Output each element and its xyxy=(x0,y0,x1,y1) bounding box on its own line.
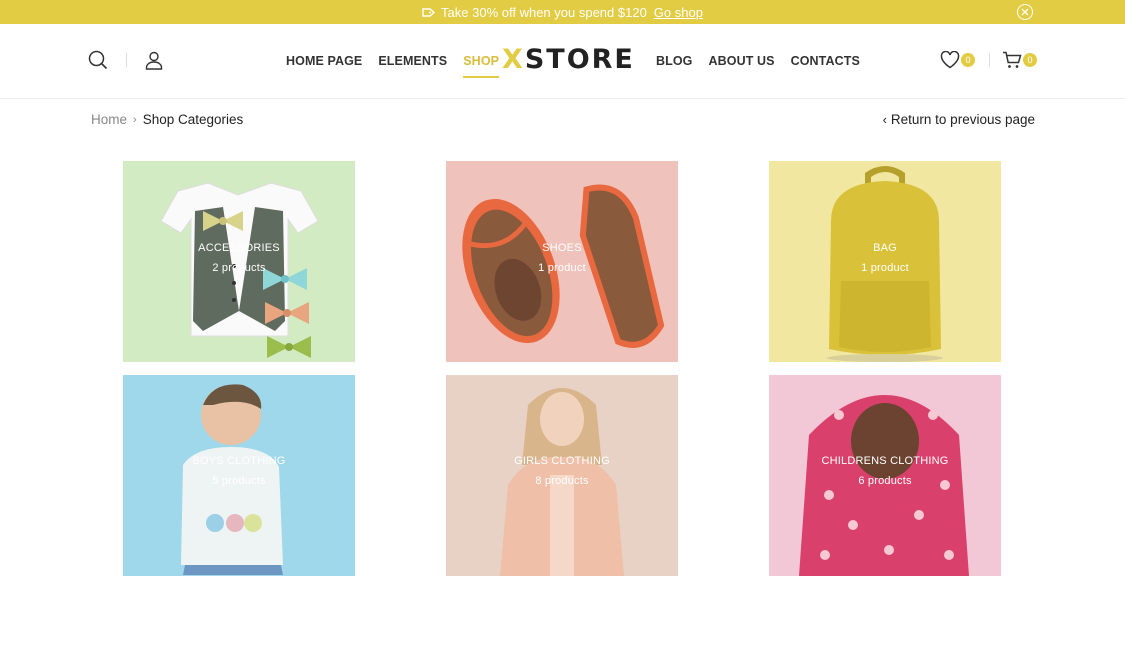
breadcrumb: Home › Shop Categories xyxy=(91,112,243,127)
go-shop-link[interactable]: Go shop xyxy=(654,5,703,20)
site-logo[interactable]: XSTORE xyxy=(502,44,635,75)
cart-button[interactable]: 0 xyxy=(1002,51,1037,69)
category-name: BOYS CLOTHING xyxy=(192,455,286,467)
category-card-boys-clothing[interactable]: BOYS CLOTHING 5 products xyxy=(123,375,355,576)
main-nav-left: HOME PAGE ELEMENTS SHOP xyxy=(286,54,499,78)
site-header: HOME PAGE ELEMENTS SHOP XSTORE BLOG ABOU… xyxy=(0,24,1125,99)
nav-blog[interactable]: BLOG xyxy=(656,54,693,68)
category-count: 1 product xyxy=(538,262,586,274)
breadcrumb-current: Shop Categories xyxy=(142,112,244,127)
account-icon[interactable] xyxy=(145,51,163,70)
cart-icon xyxy=(1003,51,1022,68)
cart-count-badge: 0 xyxy=(1023,53,1037,67)
category-count: 5 products xyxy=(212,475,266,487)
nav-about-us[interactable]: ABOUT US xyxy=(709,54,775,68)
wishlist-button[interactable]: 0 xyxy=(940,51,975,69)
promo-bar: Take 30% off when you spend $120 Go shop xyxy=(0,0,1125,24)
return-previous-link[interactable]: ‹ Return to previous page xyxy=(883,112,1035,127)
category-card-girls-clothing[interactable]: GIRLS CLOTHING 8 products xyxy=(446,375,678,576)
category-name: BAG xyxy=(873,242,897,254)
category-name: SHOES xyxy=(542,242,582,254)
category-name: CHILDRENS CLOTHING xyxy=(821,455,949,467)
heart-icon xyxy=(940,51,960,69)
nav-elements[interactable]: ELEMENTS xyxy=(378,54,447,68)
close-icon[interactable] xyxy=(1017,4,1033,20)
category-count: 6 products xyxy=(858,475,912,487)
divider xyxy=(126,53,127,67)
promo-text: Take 30% off when you spend $120 xyxy=(441,4,647,20)
header-left-tools xyxy=(88,50,163,70)
tag-icon xyxy=(422,5,436,20)
category-count: 1 product xyxy=(861,262,909,274)
divider xyxy=(989,53,990,67)
category-card-childrens-clothing[interactable]: CHILDRENS CLOTHING 6 products xyxy=(769,375,1001,576)
main-nav-right: BLOG ABOUT US CONTACTS xyxy=(656,54,860,68)
category-card-shoes[interactable]: SHOES 1 product xyxy=(446,161,678,362)
category-card-bag[interactable]: BAG 1 product xyxy=(769,161,1001,362)
category-count: 8 products xyxy=(535,475,589,487)
header-right-tools: 0 0 xyxy=(940,51,1037,69)
return-previous-label: Return to previous page xyxy=(890,112,1035,127)
breadcrumb-home-link[interactable]: Home xyxy=(91,112,127,127)
search-icon[interactable] xyxy=(88,50,108,70)
chevron-left-icon: ‹ xyxy=(882,112,887,127)
nav-home-page[interactable]: HOME PAGE xyxy=(286,54,362,68)
category-name: GIRLS CLOTHING xyxy=(514,455,610,467)
nav-contacts[interactable]: CONTACTS xyxy=(791,54,860,68)
wishlist-count-badge: 0 xyxy=(961,53,975,67)
nav-shop[interactable]: SHOP xyxy=(463,54,499,78)
chevron-right-icon: › xyxy=(133,113,137,126)
category-count: 2 products xyxy=(212,262,266,274)
category-name: ACCESSORIES xyxy=(198,242,280,254)
category-card-accessories[interactable]: ACCESSORIES 2 products xyxy=(123,161,355,362)
